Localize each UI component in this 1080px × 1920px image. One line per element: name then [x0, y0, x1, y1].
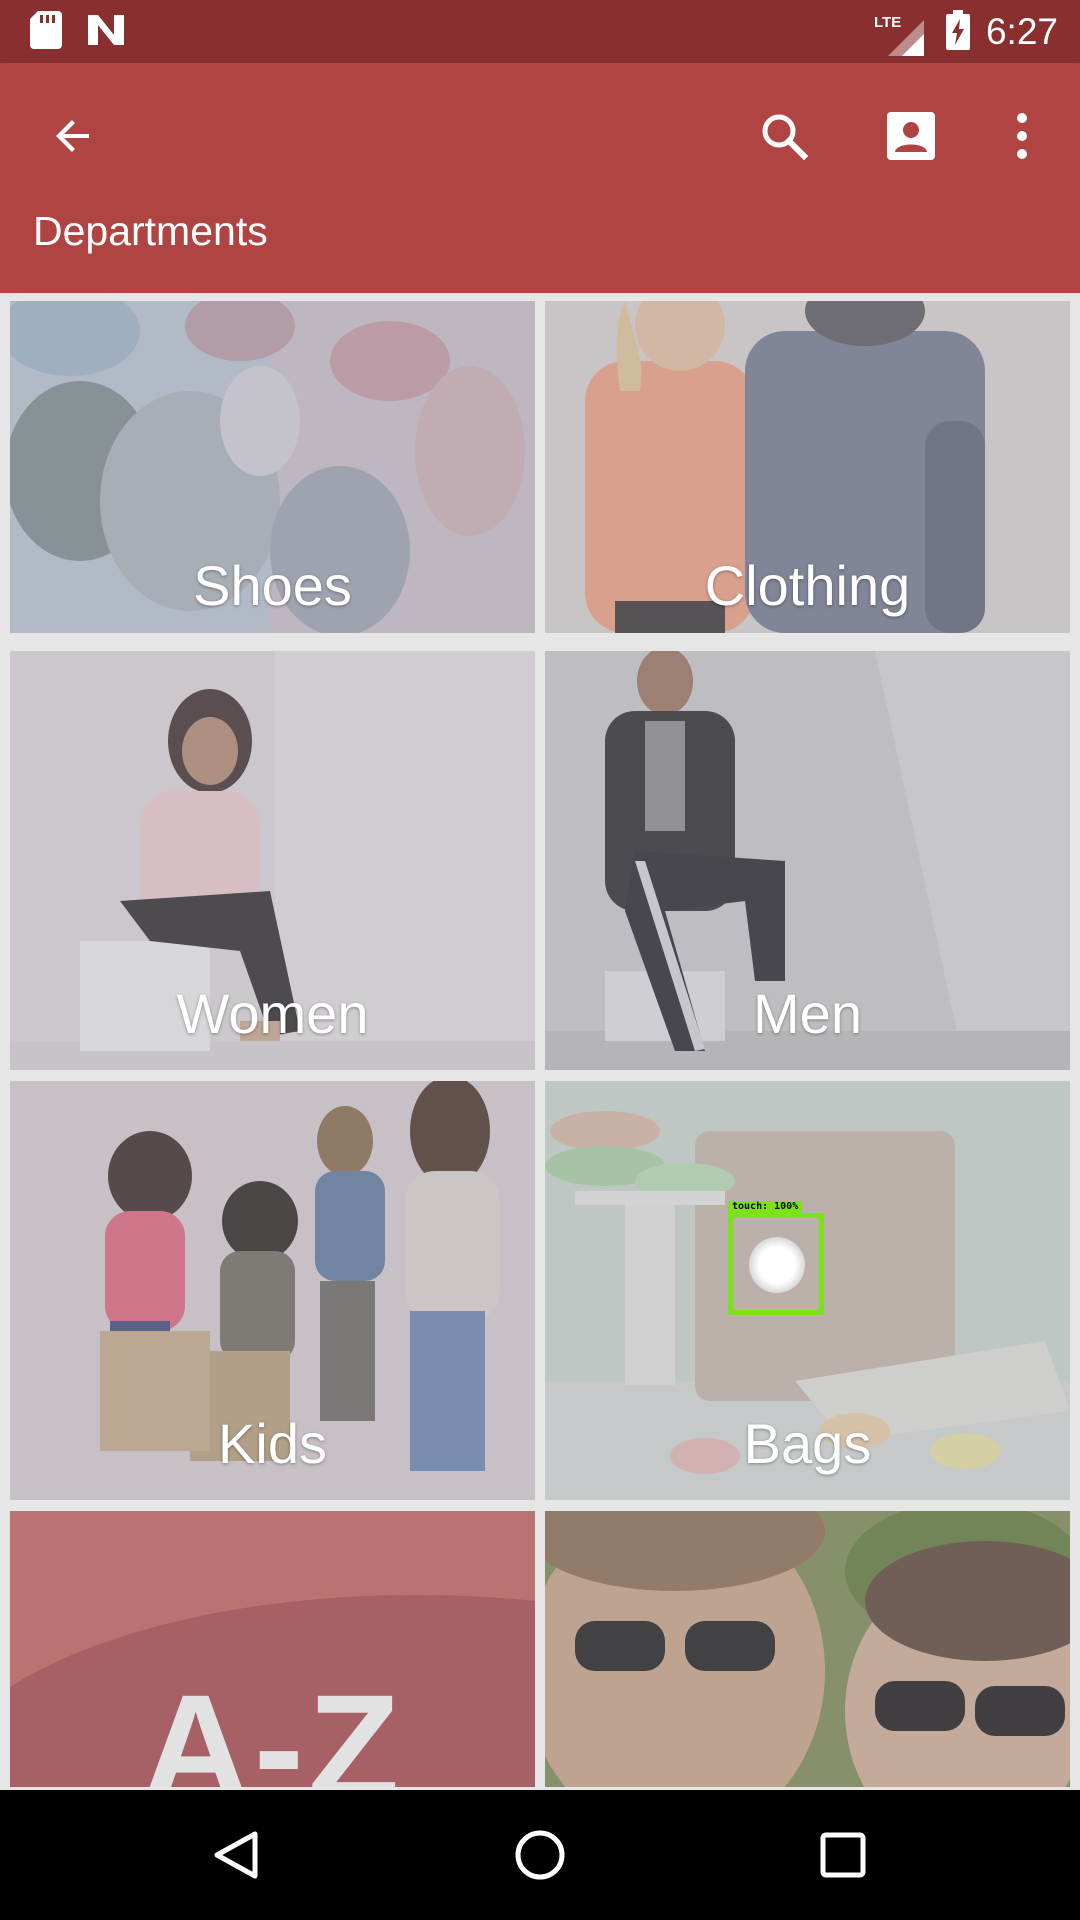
navigation-bar [0, 1790, 1080, 1920]
tile-overlay [545, 1511, 1070, 1787]
nav-recents-button[interactable] [808, 1820, 878, 1890]
department-tile-women[interactable]: Women [10, 651, 535, 1070]
notification-n-icon [86, 13, 126, 51]
nav-back-icon [214, 1831, 258, 1879]
department-label: Men [753, 982, 862, 1045]
signal-indicator: LTE [874, 8, 932, 56]
status-left [30, 10, 150, 54]
department-tile-sunglasses[interactable] [545, 1511, 1070, 1787]
signal-icon [887, 20, 924, 56]
department-label: A-Z [141, 1663, 404, 1787]
nav-recents-icon [820, 1832, 866, 1878]
department-label: Women [176, 982, 369, 1045]
department-tile-shoes[interactable]: Shoes [10, 301, 535, 633]
arrow-back-icon [56, 120, 89, 152]
account-box-icon [887, 112, 935, 160]
department-tile-men[interactable]: Men [545, 651, 1070, 1070]
department-tile-a-z[interactable]: A-Z [10, 1511, 535, 1787]
department-label: Bags [743, 1412, 872, 1475]
battery-charging-icon [945, 10, 970, 54]
nav-home-icon [515, 1830, 565, 1880]
account-button[interactable] [879, 104, 943, 168]
search-button[interactable] [752, 104, 816, 168]
search-icon [762, 114, 809, 161]
back-button[interactable] [41, 104, 105, 168]
touch-point-icon [749, 1237, 805, 1293]
touch-indicator-label: touch: 100% [728, 1201, 803, 1213]
department-label: Kids [218, 1412, 327, 1475]
nav-home-button[interactable] [505, 1820, 575, 1890]
clock: 6:27 [985, 11, 1058, 52]
status-right: LTE 6:27 [874, 6, 1058, 58]
department-label: Clothing [704, 554, 911, 617]
department-label: Shoes [193, 554, 352, 617]
department-tile-clothing[interactable]: Clothing [545, 301, 1070, 633]
status-bar: LTE 6:27 [0, 0, 1080, 63]
page-title: Departments [33, 208, 268, 254]
sd-card-icon [30, 11, 62, 53]
more-options-button[interactable] [990, 104, 1054, 168]
department-tile-kids[interactable]: Kids [10, 1081, 535, 1500]
more-vert-icon [1017, 113, 1027, 159]
app-bar: Departments [0, 63, 1080, 293]
screen: LTE 6:27 Departments Shoes Clothing Wome… [0, 0, 1080, 1920]
departments-grid: Shoes Clothing Women Men Kids Bags A-Z [0, 293, 1080, 1790]
nav-back-button[interactable] [201, 1820, 271, 1890]
